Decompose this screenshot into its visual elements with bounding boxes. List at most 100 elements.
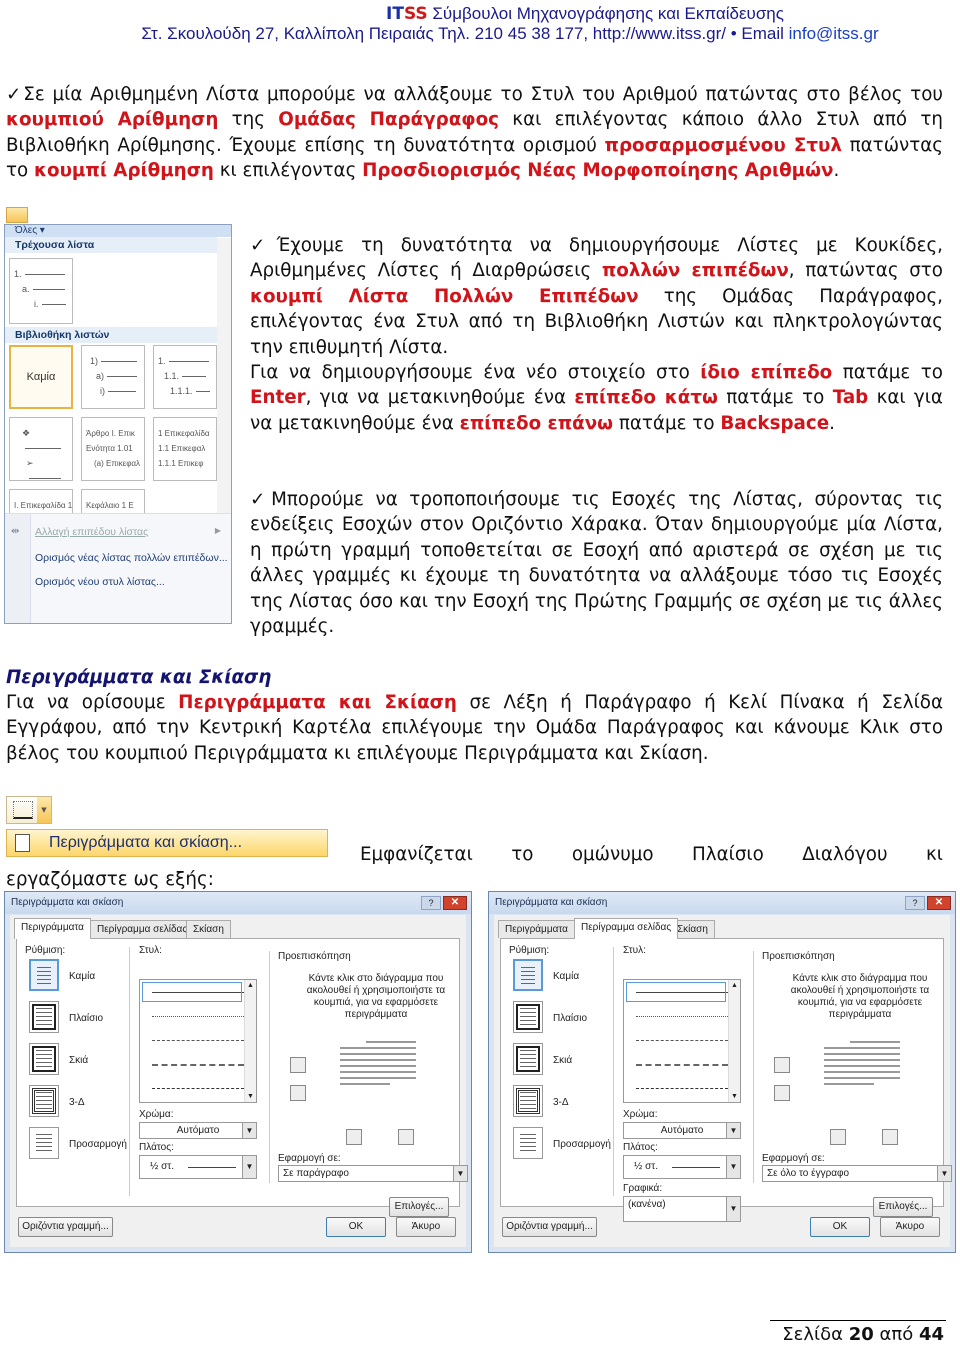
horizontal-line-button[interactable]: Οριζόντια γραμμή... <box>502 1217 597 1237</box>
line-style-option[interactable] <box>152 1088 244 1089</box>
bottom-border-button[interactable] <box>290 1085 306 1101</box>
chevron-down-icon[interactable]: ▼ <box>726 1123 740 1138</box>
color-select[interactable]: Αυτόματο ▼ <box>623 1122 741 1139</box>
setting-custom[interactable] <box>29 1127 59 1159</box>
line-style-option[interactable] <box>636 1064 728 1066</box>
scroll-up-icon[interactable]: ▲ <box>247 982 254 989</box>
left-border-button[interactable] <box>830 1129 846 1145</box>
level-label: a) <box>96 371 105 381</box>
chevron-down-icon[interactable]: ▼ <box>37 797 51 823</box>
setting-box[interactable] <box>29 1001 59 1033</box>
tab-borders[interactable]: Περιγράμματα <box>14 918 91 939</box>
setting-label-custom[interactable]: Προσαρμογή <box>553 1139 611 1150</box>
list-style-thumb[interactable]: ❖ ➢ ▪ <box>9 417 73 498</box>
color-select[interactable]: Αυτόματο ▼ <box>139 1122 257 1139</box>
cancel-button[interactable]: Άκυρο <box>880 1217 940 1237</box>
emphasis: Backspace <box>720 412 830 434</box>
setting-shadow[interactable] <box>513 1043 543 1075</box>
tab-page-border[interactable]: Περίγραμμα σελίδας <box>574 918 679 939</box>
setting-custom[interactable] <box>513 1127 543 1159</box>
setting-none[interactable] <box>29 959 59 991</box>
scroll-up-icon[interactable]: ▲ <box>731 982 738 989</box>
options-button[interactable]: Επιλογές... <box>389 1197 449 1217</box>
style-scrollbar[interactable]: ▲ ▼ <box>728 980 740 1102</box>
borders-button[interactable]: ▼ <box>6 796 52 824</box>
width-select[interactable]: ½ στ. ▼ <box>139 1155 257 1179</box>
setting-box[interactable] <box>513 1001 543 1033</box>
current-page: 20 <box>848 1324 874 1345</box>
scroll-down-icon[interactable]: ▼ <box>247 1093 254 1100</box>
setting-label-none[interactable]: Καμία <box>69 971 95 982</box>
tab-page-border[interactable]: Περίγραμμα σελίδας <box>90 920 195 938</box>
chevron-down-icon[interactable]: ▼ <box>726 1156 740 1178</box>
width-select[interactable]: ½ στ. ▼ <box>623 1155 741 1179</box>
line-style-option[interactable] <box>636 1088 728 1089</box>
right-border-button[interactable] <box>882 1129 898 1145</box>
scroll-down-icon[interactable]: ▼ <box>731 1093 738 1100</box>
ok-button[interactable]: OK <box>326 1217 386 1237</box>
line-style-option[interactable] <box>152 1016 244 1017</box>
menu-define-list-style[interactable]: Ορισμός νέου στυλ λίστας... <box>35 576 165 588</box>
close-button[interactable]: ✕ <box>927 896 951 910</box>
chevron-down-icon[interactable]: ▼ <box>726 1197 740 1221</box>
setting-label-box[interactable]: Πλαίσιο <box>553 1013 587 1024</box>
line-style-option[interactable] <box>636 1040 728 1041</box>
list-style-thumb[interactable]: Άρθρο I. Επικ Ενότητα 1.01 (a) Επικεφαλ <box>81 417 145 481</box>
borders-and-shading-menu-item[interactable]: Περιγράμματα και σκίαση... <box>6 829 328 857</box>
chevron-down-icon[interactable]: ▼ <box>242 1123 256 1138</box>
list-style-none[interactable]: Καμία <box>9 345 73 409</box>
top-border-button[interactable] <box>774 1057 790 1073</box>
horizontal-line-button[interactable]: Οριζόντια γραμμή... <box>18 1217 113 1237</box>
tab-shading[interactable]: Σκίαση <box>186 920 231 938</box>
tab-borders[interactable]: Περιγράμματα <box>498 920 575 938</box>
setting-label-box[interactable]: Πλαίσιο <box>69 1013 103 1024</box>
paragraph-dialog-intro-cont: εργαζόμαστε ως εξής: <box>6 867 406 892</box>
current-list-thumb[interactable]: 1. a. i. <box>9 258 73 324</box>
close-button[interactable]: ✕ <box>443 896 467 910</box>
setting-shadow[interactable] <box>29 1043 59 1075</box>
setting-none[interactable] <box>513 959 543 991</box>
list-style-thumb[interactable]: 1 Επικεφαλίδα 1.1 Επικεφαλ 1.1.1 Επικεφ <box>153 417 217 481</box>
style-scrollbar[interactable]: ▲ ▼ <box>244 980 256 1102</box>
apply-to-select[interactable]: Σε όλο το έγγραφο ▼ <box>762 1165 952 1182</box>
left-border-button[interactable] <box>346 1129 362 1145</box>
right-border-button[interactable] <box>398 1129 414 1145</box>
menu-label: Περιγράμματα και σκίαση... <box>49 834 243 851</box>
line-style-list[interactable]: ▲ ▼ <box>623 979 741 1103</box>
multilevel-list-button[interactable] <box>6 207 28 223</box>
chevron-down-icon[interactable]: ▼ <box>242 1156 256 1178</box>
setting-label-shadow[interactable]: Σκιά <box>553 1055 572 1066</box>
list-style-thumb[interactable]: 1) a) i) <box>81 345 145 409</box>
list-style-thumb[interactable]: 1. 1.1. 1.1.1. <box>153 345 217 409</box>
email-link[interactable]: info@itss.gr <box>789 24 879 43</box>
apply-to-select[interactable]: Σε παράγραφο ▼ <box>278 1165 468 1182</box>
menu-change-list-level[interactable]: Αλλαγή επιπέδου λίστας <box>35 526 148 538</box>
help-button[interactable]: ? <box>905 896 925 910</box>
setting-label-custom[interactable]: Προσαρμογή <box>69 1139 127 1150</box>
help-button[interactable]: ? <box>421 896 441 910</box>
options-button[interactable]: Επιλογές... <box>873 1197 933 1217</box>
chevron-down-icon[interactable]: ▼ <box>453 1166 467 1181</box>
cancel-button[interactable]: Άκυρο <box>396 1217 456 1237</box>
gallery-filter[interactable]: Όλες ▾ <box>5 225 231 237</box>
top-border-button[interactable] <box>290 1057 306 1073</box>
chevron-down-icon[interactable]: ▼ <box>937 1166 951 1181</box>
gallery-scrollbar[interactable] <box>217 238 231 523</box>
level-label: 1 Επικεφαλίδα <box>158 429 210 438</box>
setting-label-none[interactable]: Καμία <box>553 971 579 982</box>
page-number: Σελίδα 20 από 44 <box>782 1324 944 1345</box>
setting-label-shadow[interactable]: Σκιά <box>69 1055 88 1066</box>
line-style-option[interactable] <box>636 1016 728 1017</box>
ok-button[interactable]: OK <box>810 1217 870 1237</box>
art-select[interactable]: (κανένα) ▼ <box>623 1196 741 1222</box>
menu-define-multilevel-list[interactable]: Ορισμός νέας λίστας πολλών επιπέδων... <box>35 552 228 564</box>
bottom-border-button[interactable] <box>774 1085 790 1101</box>
setting-label-3d[interactable]: 3-Δ <box>553 1097 569 1108</box>
line-style-option[interactable] <box>152 1064 244 1066</box>
preview-line <box>340 1047 416 1049</box>
line-style-option[interactable] <box>152 1040 244 1041</box>
setting-3d[interactable] <box>29 1085 59 1117</box>
setting-3d[interactable] <box>513 1085 543 1117</box>
line-style-list[interactable]: ▲ ▼ <box>139 979 257 1103</box>
setting-label-3d[interactable]: 3-Δ <box>69 1097 85 1108</box>
